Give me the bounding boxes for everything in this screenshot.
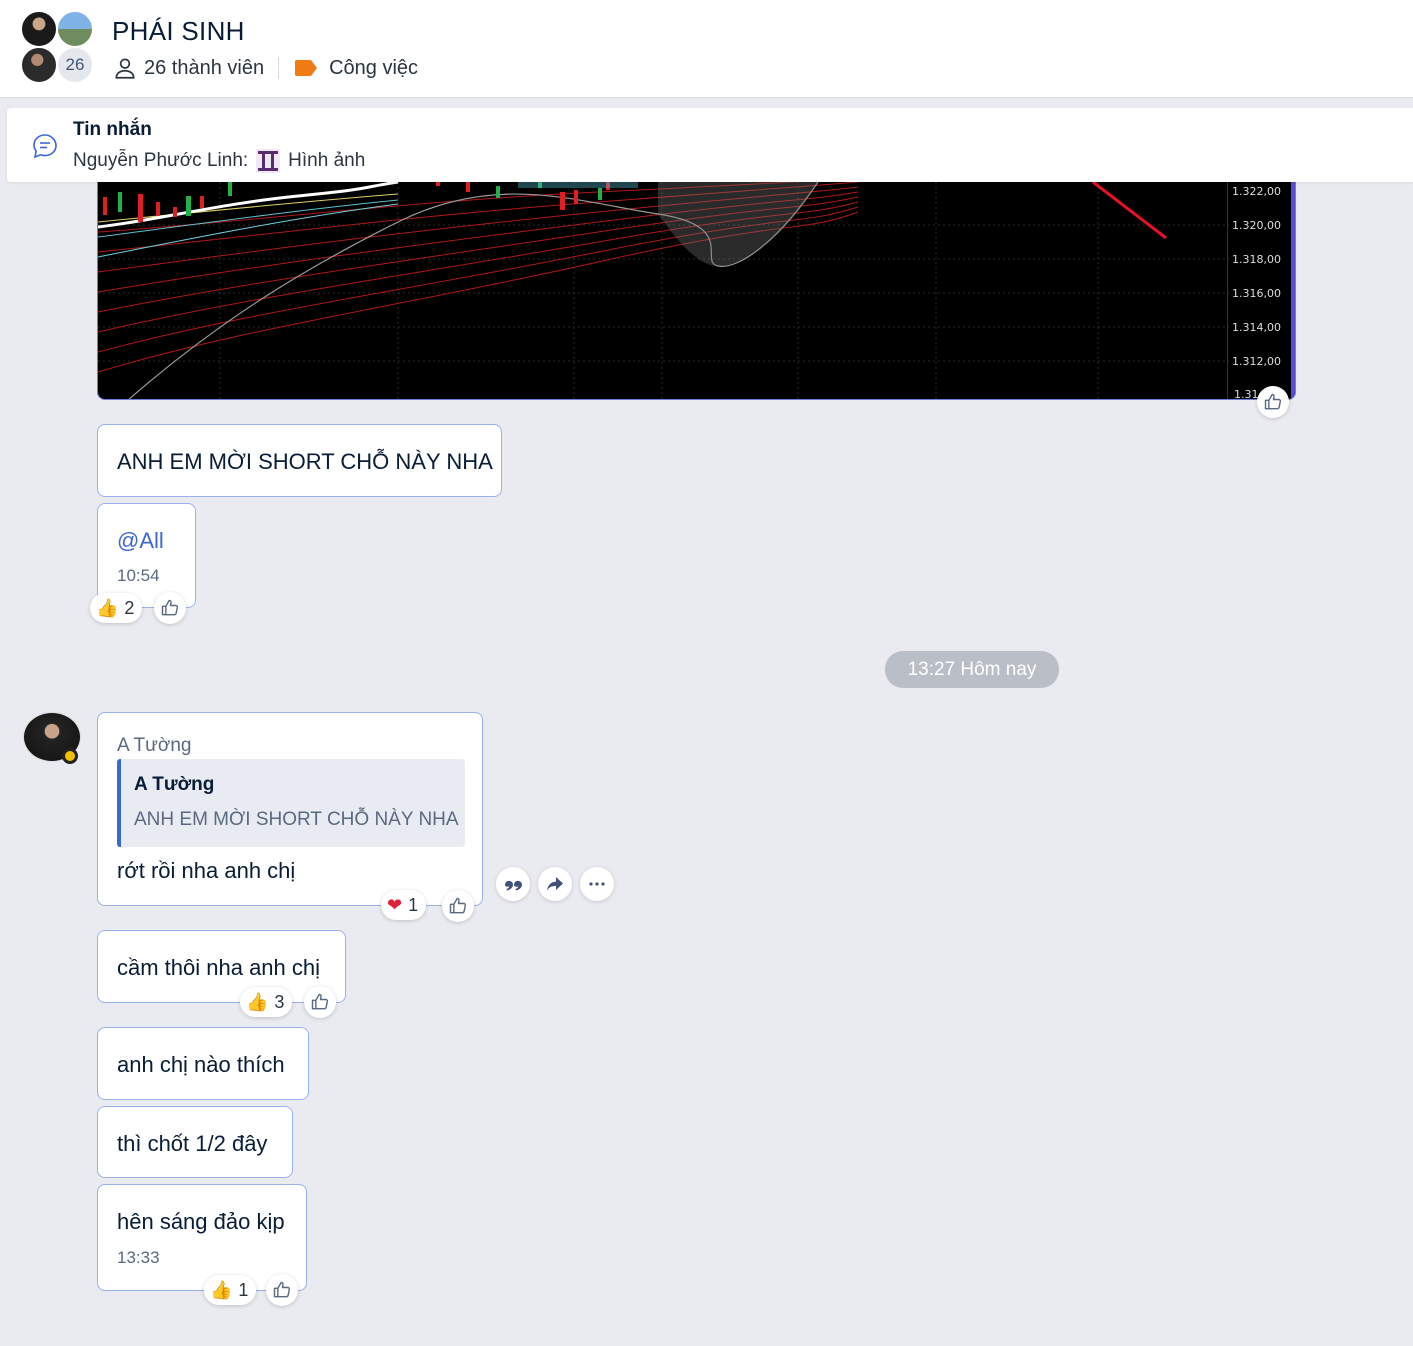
thumbs-up-outline-icon [311,993,329,1010]
react-like-button[interactable] [266,1274,298,1306]
status-badge [62,748,78,764]
thumbs-up-emoji-icon: 👍 [246,991,269,1012]
category-tag[interactable]: Công việc [293,57,418,80]
pinned-sender: Nguyễn Phước Linh: [73,150,249,171]
reply-message-bubble[interactable]: A Tường A Tường ANH EM MỜI SHORT CHỖ NÀY… [97,712,483,906]
price-tick: 1.312,00 [1232,355,1281,368]
pinned-content: Hình ảnh [288,150,366,171]
tag-icon [295,60,318,76]
reaction-summary[interactable]: 👍 1 [204,1275,257,1305]
sender-avatar[interactable] [22,712,82,764]
price-tick: 1.322,00 [1232,185,1281,198]
group-title[interactable]: PHÁI SINH [112,16,245,47]
category-tag-label: Công việc [329,56,419,79]
pinned-preview: Nguyễn Phước Linh: Hình ảnh [73,148,365,174]
thumbs-up-outline-icon [1264,393,1282,410]
member-avatar [20,46,58,84]
react-like-button[interactable] [154,592,186,624]
group-meta: 26 thành viên Công việc [112,55,418,81]
react-like-button[interactable] [442,890,474,922]
message-time: 10:54 [117,566,160,585]
quoted-text: ANH EM MỜI SHORT CHỖ NÀY NHA [134,809,459,830]
group-avatar[interactable]: 26 [20,10,96,86]
message-text: thì chốt 1/2 đây [117,1131,268,1156]
candlestick-chart-image [98,182,1229,399]
member-avatar [20,10,58,48]
forward-button[interactable] [538,867,572,901]
quote-reply-button[interactable] [496,867,530,901]
thumbs-up-outline-icon [273,1281,291,1298]
members-count-label: 26 thành viên [144,56,265,79]
heart-emoji-icon: ❤ [387,894,403,915]
price-tick: 1.316,00 [1232,287,1281,300]
reaction-count: 1 [408,894,419,915]
thumbs-up-outline-icon [449,897,467,914]
quote-icon [504,880,522,891]
pinned-title: Tin nhắn [73,119,152,140]
member-avatar [56,10,94,48]
time-divider: 13:27 Hôm nay [885,651,1059,688]
more-options-button[interactable] [580,867,614,901]
price-axis: 1.322,00 1.320,00 1.318,00 1.316,00 1.31… [1227,182,1295,399]
message-text: rớt rồi nha anh chị [117,858,296,883]
divider [278,57,280,79]
message-time: 13:33 [117,1248,160,1267]
mention-all-link[interactable]: @All [117,528,164,554]
price-tick: 1.320,00 [1232,219,1281,232]
pinned-message-bar[interactable]: Tin nhắn Nguyễn Phước Linh: Hình ảnh [7,108,1413,182]
message-text: cầm thôi nha anh chị [117,955,321,980]
reaction-count: 3 [274,991,285,1012]
message-bubble[interactable]: anh chị nào thích [97,1027,309,1100]
price-tick: 1.318,00 [1232,253,1281,266]
price-tick: 1.314,00 [1232,321,1281,334]
user-icon [115,58,135,79]
more-horizontal-icon [589,882,605,886]
chat-header: 26 PHÁI SINH 26 thành viên Công việc [0,0,1413,98]
share-arrow-icon [547,877,563,891]
message-text: hên sáng đảo kịp [117,1209,285,1234]
reaction-count: 1 [238,1279,249,1300]
member-count: 26 [65,55,85,74]
reaction-count: 2 [124,597,135,618]
message-bubble[interactable]: thì chốt 1/2 đây [97,1106,293,1178]
image-edge [1291,182,1295,399]
thumbs-up-outline-icon [161,599,179,616]
thumbs-up-emoji-icon: 👍 [96,597,119,618]
message-bubble[interactable]: ANH EM MỜI SHORT CHỖ NÀY NHA [97,424,502,497]
price-tick: 1.31 [1234,388,1259,400]
reaction-summary[interactable]: 👍 3 [240,987,293,1017]
chart-image-message[interactable]: 1.322,00 1.320,00 1.318,00 1.316,00 1.31… [97,182,1296,400]
image-thumbnail-icon [254,148,282,174]
message-text: ANH EM MỜI SHORT CHỖ NÀY NHA [117,449,493,474]
message-text: anh chị nào thích [117,1052,285,1077]
react-like-button[interactable] [1257,386,1289,418]
thumbs-up-emoji-icon: 👍 [210,1279,233,1300]
react-like-button[interactable] [304,986,336,1018]
member-count-avatar: 26 [56,46,94,84]
sender-name[interactable]: A Tường [117,735,191,757]
reaction-summary[interactable]: ❤ 1 [381,890,427,920]
quoted-sender: A Tường [134,774,215,795]
members-link[interactable]: 26 thành viên [112,55,264,81]
chat-bubble-icon [33,134,57,159]
reaction-summary[interactable]: 👍 2 [90,593,143,623]
quoted-message[interactable]: A Tường ANH EM MỜI SHORT CHỖ NÀY NHA [117,759,465,847]
